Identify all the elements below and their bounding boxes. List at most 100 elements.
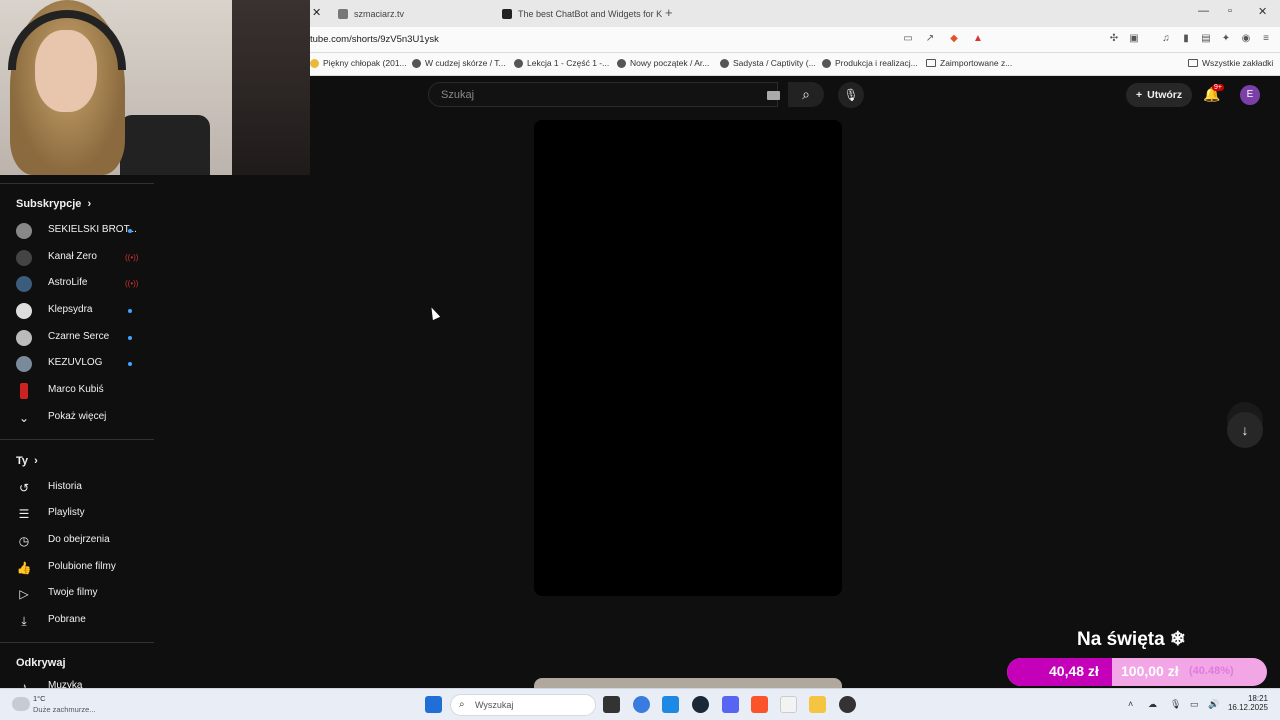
bookmark-folder[interactable]: Zaimportowane z... [926,58,1012,68]
brave-rewards-icon[interactable]: ▲ [972,33,984,45]
media-icon[interactable]: ♫ [1160,33,1172,45]
tab-szmaciarz[interactable]: szmaciarz.tv [338,4,404,24]
sidebar-item-playlists[interactable]: ☰ Playlisty [0,502,154,526]
sidebar-item-your-videos[interactable]: ▷ Twoje filmy [0,582,154,606]
sidebar-item-label: Twoje filmy [48,587,98,598]
chevron-up-icon[interactable]: ˄ [1128,699,1133,709]
obs-icon[interactable] [839,696,856,713]
search-input[interactable]: Szukaj [441,89,474,101]
create-button[interactable]: + Utwórz [1126,83,1193,107]
next-short-preview[interactable] [534,678,842,688]
show-more-button[interactable]: ⌄ Pokaż więcej [0,406,154,430]
network-icon[interactable]: ▭ [1190,699,1199,710]
close-window-icon[interactable]: ✕ [1258,5,1267,18]
sidebar-item-label: Do obejrzenia [48,534,110,545]
donation-goal-title: Na święta ❄ [1077,629,1186,650]
bookmark-label: W cudzej skórze / T... [425,58,506,68]
windows-start-icon[interactable] [425,696,442,713]
search-button[interactable]: ⌕ [788,82,824,107]
search-box[interactable]: Szukaj [428,82,780,107]
sidebar-channel[interactable]: AstroLife ((•)) [0,272,154,296]
store-icon[interactable] [662,696,679,713]
copilot-icon[interactable] [633,696,650,713]
volume-icon[interactable]: 🔊 [1208,699,1219,710]
webcam-chair [120,115,210,175]
onedrive-icon[interactable]: ☁ [1148,699,1157,710]
weather-description[interactable]: Duże zachmurze... [33,705,96,714]
discord-icon[interactable] [722,696,739,713]
new-content-dot [128,309,132,313]
bookmark-label: Nowy początek / Ar... [630,58,710,68]
clock-icon: ◷ [18,534,30,548]
taskbar-search-input[interactable]: Wyszukaj [475,700,513,710]
vpn-icon[interactable]: ◉ [1240,33,1252,45]
sidebar-channel[interactable]: Kanał Zero ((•)) [0,246,154,270]
thumb-up-icon: 👍 [16,561,32,575]
brave-shield-icon[interactable]: ◆ [948,33,960,45]
leo-ai-icon[interactable]: ✦ [1220,33,1232,45]
maximize-icon[interactable]: ▫ [1228,5,1232,17]
donation-current: 40,48 zł [1049,663,1099,679]
weather-temperature[interactable]: 1°C [33,694,46,703]
share-icon[interactable]: ↗ [924,33,936,45]
sidebar-item-history[interactable]: ↺ Historia [0,476,154,500]
video-icon: ▷ [19,587,29,601]
task-view-icon[interactable] [603,696,620,713]
mic-icon[interactable]: 🎙 [1170,699,1181,710]
new-tab-icon[interactable]: + [665,5,673,20]
channel-avatar [16,223,32,239]
bookmark-label: Sadysta / Captivity (... [733,58,816,68]
next-short-button[interactable]: ↓ [1227,412,1263,448]
sidebar-item-liked[interactable]: 👍 Polubione filmy [0,556,154,580]
plus-icon: + [1136,89,1143,101]
brave-wallet-icon[interactable]: ▤ [1200,33,1212,45]
folder-icon [1188,59,1198,67]
taskbar-search[interactable]: ⌕ Wyszukaj [450,694,596,716]
sidebar-item-music[interactable]: ♪ Muzyka [0,675,154,688]
steam-icon[interactable] [692,696,709,713]
bookmark-item[interactable]: Lekcja 1 - Część 1 -... [514,58,609,68]
bookmark-item[interactable]: Produkcja i realizacj... [822,58,918,68]
file-explorer-icon[interactable] [809,696,826,713]
url-text[interactable]: tube.com/shorts/9zV5n3U1ysk [310,34,439,45]
sidebar-item-label: Playlisty [48,507,85,518]
bookmark-item[interactable]: Nowy początek / Ar... [617,58,709,68]
brave-icon[interactable] [751,696,768,713]
cloud-icon[interactable] [12,697,30,711]
avatar[interactable]: E [1240,85,1260,105]
webcam-shelf [232,0,310,175]
keyboard-icon[interactable] [767,91,780,100]
sidebar-channel[interactable]: Marco Kubiś [0,379,154,403]
webcam-overlay [0,0,310,175]
notepad-icon[interactable] [780,696,797,713]
close-tab-icon[interactable]: ✕ [312,6,321,19]
shorts-video-player[interactable] [534,120,842,596]
bookmark-favicon-icon [617,58,626,68]
taskbar-clock[interactable]: 18:21 16.12.2025 [1226,694,1268,712]
minimize-icon[interactable]: — [1198,5,1209,17]
menu-icon[interactable]: ≡ [1260,33,1272,45]
tab-chatbot[interactable]: The best ChatBot and Widgets for K [502,4,662,24]
sidebar-channel[interactable]: Czarne Serce [0,326,154,350]
bookmark-item[interactable]: W cudzej skórze / T... [412,58,506,68]
music-icon: ♪ [21,680,27,688]
sidebar-toggle-icon[interactable]: ▮ [1180,33,1192,45]
wallet-icon[interactable]: ▣ [1128,33,1140,45]
sidebar-channel[interactable]: SEKIELSKI BROT... [0,219,154,243]
sidebar-item-downloads[interactable]: ⤓ Pobrane [0,609,154,633]
voice-search-button[interactable]: 🎙 [838,82,864,108]
bookmark-favicon-icon [720,58,729,68]
cast-icon[interactable]: ▭ [902,33,914,45]
address-bar[interactable]: tube.com/shorts/9zV5n3U1ysk ▭ ↗ ◆ ▲ ✣ ▣ … [310,27,1280,53]
extensions-icon[interactable]: ✣ [1108,33,1120,45]
sidebar-item-watch-later[interactable]: ◷ Do obejrzenia [0,529,154,553]
subscriptions-heading[interactable]: Subskrypcje › [16,198,91,210]
bookmark-item[interactable]: Piękny chłopak (201... [310,58,407,68]
all-bookmarks[interactable]: Wszystkie zakładki [1188,58,1273,68]
clock-time: 18:21 [1247,694,1268,703]
search-icon: ⌕ [802,86,810,102]
sidebar-channel[interactable]: Klepsydra [0,299,154,323]
bookmark-item[interactable]: Sadysta / Captivity (... [720,58,816,68]
you-heading[interactable]: Ty › [16,455,38,467]
sidebar-channel[interactable]: KEZUVLOG [0,352,154,376]
